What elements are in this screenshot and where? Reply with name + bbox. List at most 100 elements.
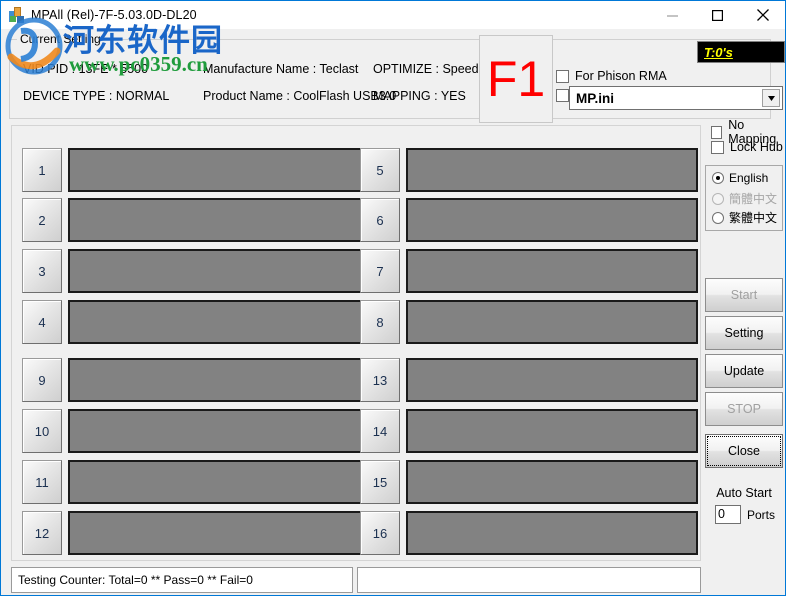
port-button-15[interactable]: 15 [360,460,400,504]
phison-rma-checkbox[interactable] [556,69,569,83]
port-status-11 [68,460,364,504]
port-button-16[interactable]: 16 [360,511,400,555]
application-icon [9,7,25,23]
mpall-main-window: MPAll (Rel)-7F-5.03.0D-DL20 Current Sett… [0,0,786,596]
testing-counter-statusbar: Testing Counter: Total=0 ** Pass=0 ** Fa… [11,567,353,593]
stop-button[interactable]: STOP [705,392,783,426]
port-row-14: 14 [360,409,698,453]
port-button-2[interactable]: 2 [22,198,62,242]
port-status-7 [406,249,698,293]
timer-display: T:0's [697,41,785,63]
minimize-icon[interactable] [650,1,695,29]
ini-enable-row[interactable] [556,89,569,102]
radio-traditional-chinese[interactable] [712,211,724,224]
port-status-12 [68,511,364,555]
update-button[interactable]: Update [705,354,783,388]
port-button-9[interactable]: 9 [22,358,62,402]
port-row-16: 16 [360,511,698,555]
ini-enable-checkbox[interactable] [556,89,569,102]
port-status-6 [406,198,698,242]
port-status-10 [68,409,364,453]
maximize-icon[interactable] [695,1,740,29]
language-label-simplified-chinese: 簡體中文 [729,192,778,206]
lock-hub-label: Lock Hub [730,140,783,154]
info-optimize: OPTIMIZE : Speed [373,62,479,76]
info-device-type: DEVICE TYPE : NORMAL [23,89,170,103]
language-option-simplified-chinese: 簡體中文 [712,190,777,207]
language-option-english[interactable]: English [712,171,768,185]
port-row-2: 2 [22,198,364,242]
auto-start-row: 0 Ports [715,505,775,524]
port-button-4[interactable]: 4 [22,300,62,344]
lock-hub-row[interactable]: Lock Hub [711,140,783,154]
ini-file-value: MP.ini [576,90,615,106]
no-mapping-checkbox[interactable] [711,125,723,139]
setting-button[interactable]: Setting [705,316,783,350]
port-status-9 [68,358,364,402]
ini-file-combobox[interactable]: MP.ini [569,86,783,110]
port-button-14[interactable]: 14 [360,409,400,453]
port-row-6: 6 [360,198,698,242]
port-button-3[interactable]: 3 [22,249,62,293]
port-row-12: 12 [22,511,364,555]
auto-start-label: Auto Start [716,486,772,500]
port-row-5: 5 [360,148,698,192]
port-row-7: 7 [360,249,698,293]
port-status-8 [406,300,698,344]
auto-start-input[interactable]: 0 [715,505,741,524]
port-row-1: 1 [22,148,364,192]
port-button-10[interactable]: 10 [22,409,62,453]
port-button-5[interactable]: 5 [360,148,400,192]
port-status-3 [68,249,364,293]
port-row-10: 10 [22,409,364,453]
port-row-4: 4 [22,300,364,344]
language-label-english: English [729,171,769,185]
testing-counter-text: Testing Counter: Total=0 ** Pass=0 ** Fa… [18,573,253,587]
port-status-1 [68,148,364,192]
port-status-13 [406,358,698,402]
port-status-16 [406,511,698,555]
port-row-15: 15 [360,460,698,504]
port-button-1[interactable]: 1 [22,148,62,192]
port-panel: 1 2 3 4 9 10 11 12 5 6 7 8 13 14 15 16 [11,125,701,561]
close-icon[interactable] [740,1,785,29]
phison-rma-label: For Phison RMA [575,69,667,83]
current-setting-title: Current Setting [17,32,104,46]
port-row-13: 13 [360,358,698,402]
info-product-name: Product Name : CoolFlash USB3.0 [203,89,397,103]
port-button-13[interactable]: 13 [360,358,400,402]
port-status-2 [68,198,364,242]
device-info-grid: VID PID : 13FE * 5500 DEVICE TYPE : NORM… [13,51,483,107]
port-row-3: 3 [22,249,364,293]
port-button-12[interactable]: 12 [22,511,62,555]
window-controls [650,1,785,29]
language-label-traditional-chinese: 繁體中文 [729,211,778,225]
port-button-11[interactable]: 11 [22,460,62,504]
port-button-8[interactable]: 8 [360,300,400,344]
window-title: MPAll (Rel)-7F-5.03.0D-DL20 [31,8,197,22]
close-button[interactable]: Close [705,434,783,468]
info-mapping: MAPPING : YES [373,89,466,103]
firmware-indicator-box: F1 [479,35,553,123]
port-status-5 [406,148,698,192]
port-button-7[interactable]: 7 [360,249,400,293]
firmware-label: F1 [486,51,546,107]
title-bar: MPAll (Rel)-7F-5.03.0D-DL20 [1,1,785,29]
port-row-8: 8 [360,300,698,344]
start-button[interactable]: Start [705,278,783,312]
chevron-down-icon[interactable] [762,89,780,107]
port-row-11: 11 [22,460,364,504]
port-status-15 [406,460,698,504]
radio-english[interactable] [712,172,724,184]
info-vid-pid: VID PID : 13FE * 5500 [23,62,149,76]
language-group: English 簡體中文 繁體中文 [705,165,783,231]
lock-hub-checkbox[interactable] [711,140,724,154]
port-row-9: 9 [22,358,364,402]
phison-rma-row[interactable]: For Phison RMA [556,69,667,83]
auto-start-unit: Ports [747,507,776,522]
port-button-6[interactable]: 6 [360,198,400,242]
port-status-14 [406,409,698,453]
timer-value: T:0's [704,44,733,60]
language-option-traditional-chinese[interactable]: 繁體中文 [712,209,777,226]
radio-simplified-chinese [712,192,724,205]
